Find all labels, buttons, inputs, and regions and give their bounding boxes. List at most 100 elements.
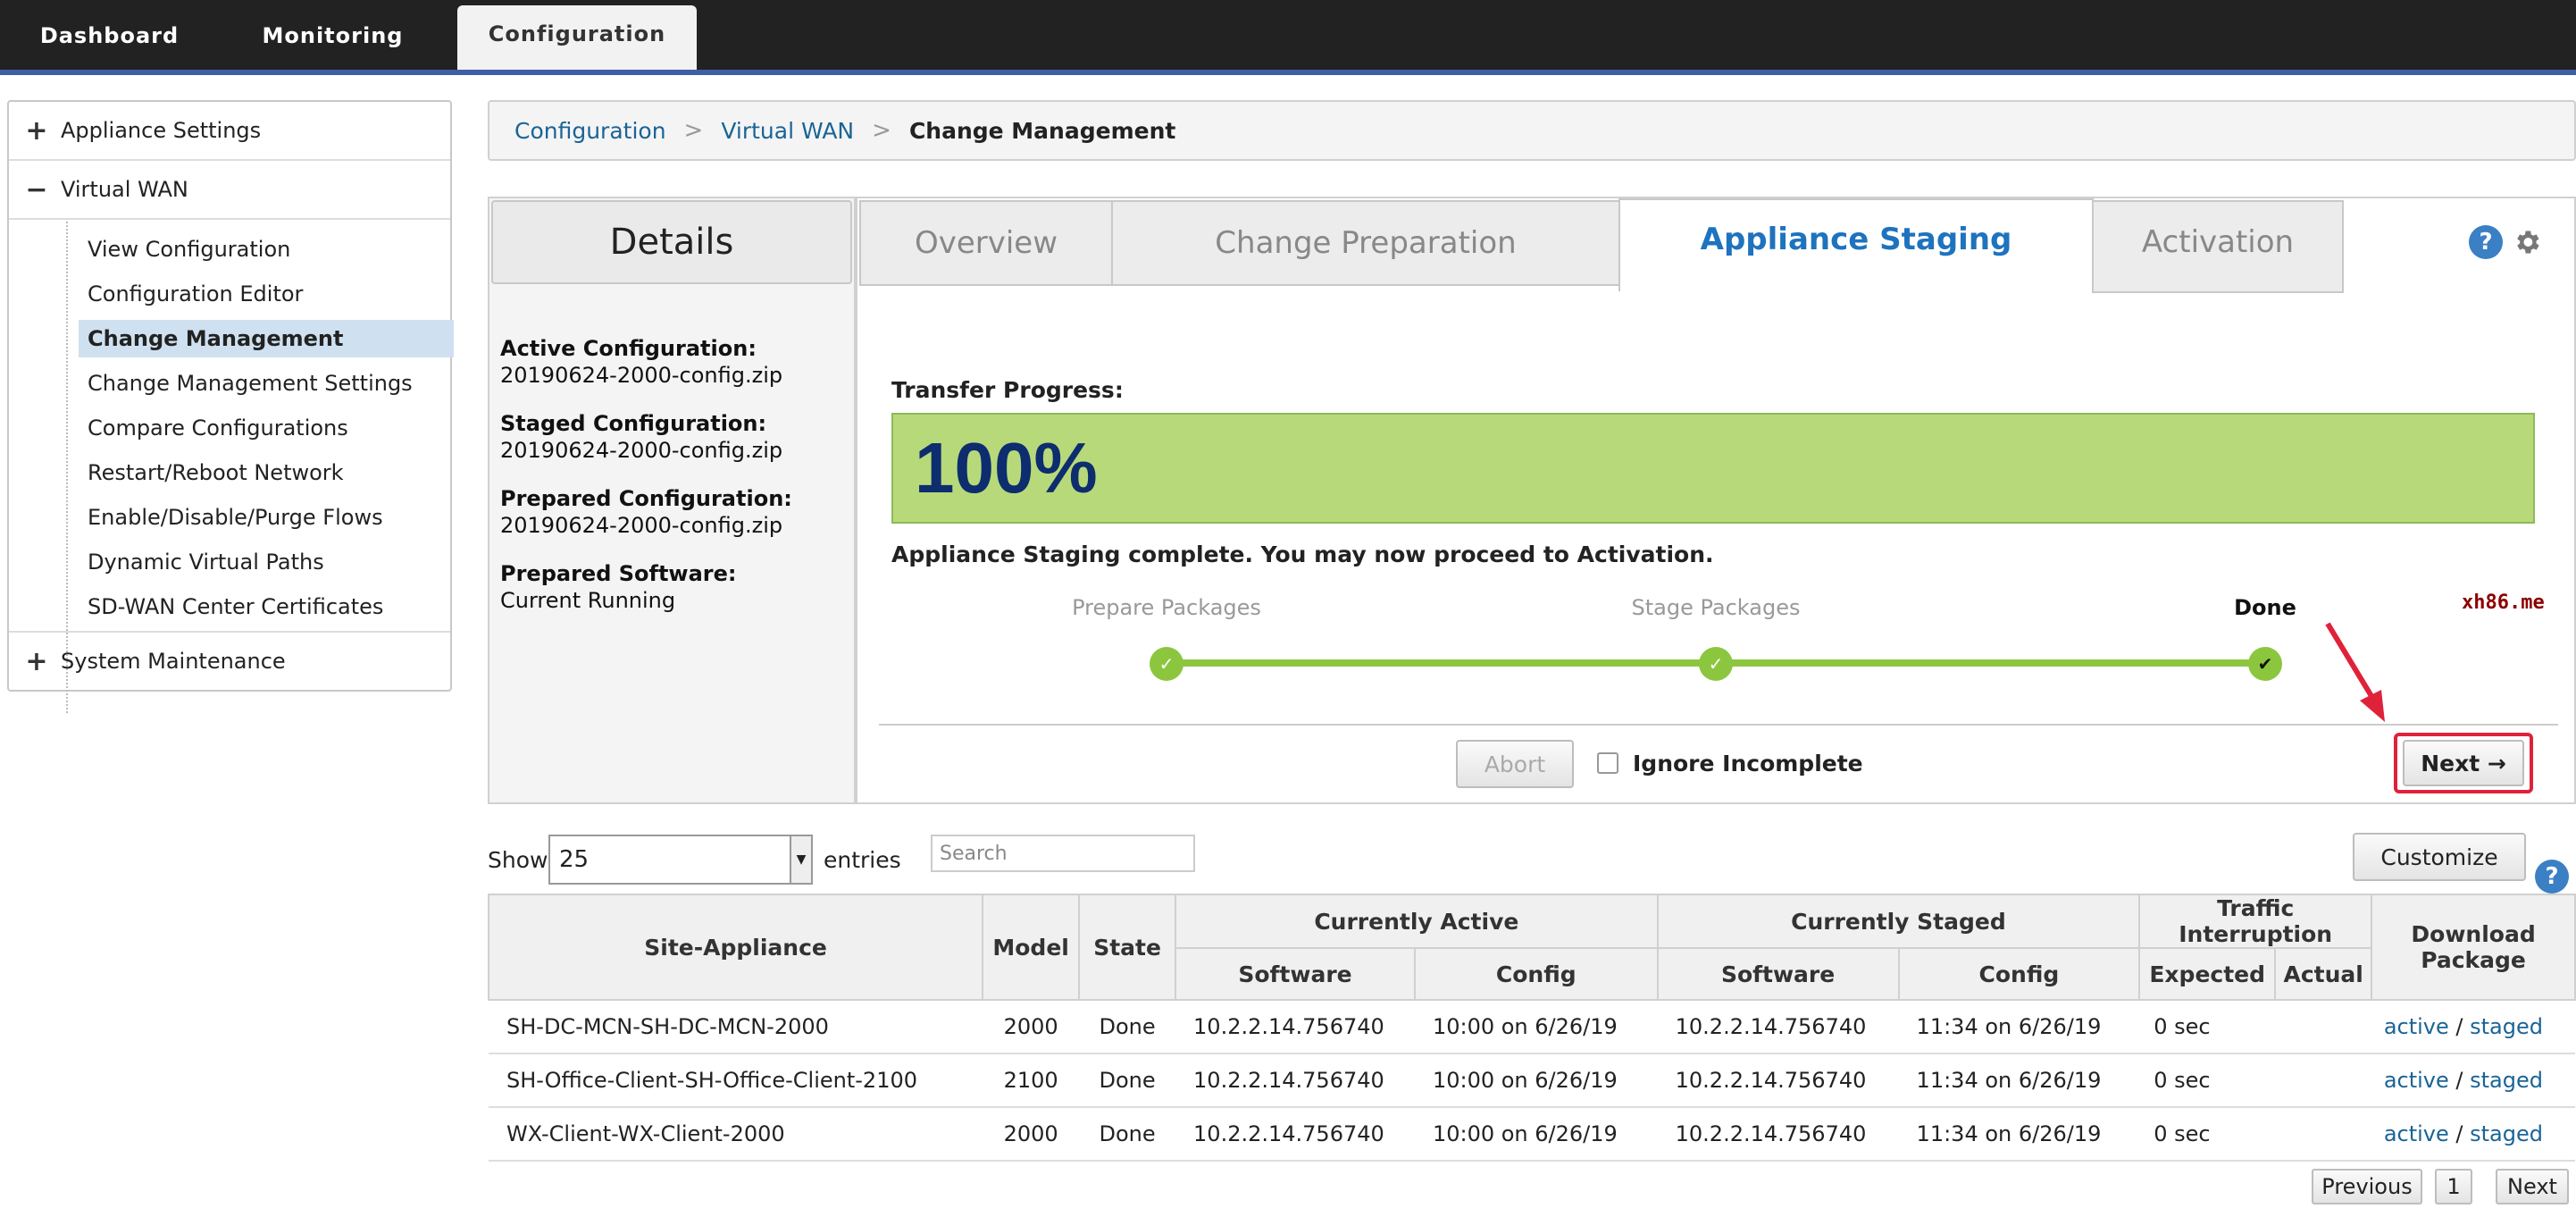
cell-staged-software: 10.2.2.14.756740 xyxy=(1657,1107,1899,1162)
breadcrumb-virtual-wan[interactable]: Virtual WAN xyxy=(721,118,854,144)
active-config-value: 20190624-2000-config.zip xyxy=(500,363,783,388)
expand-icon[interactable]: + xyxy=(23,646,50,677)
cell-state: Done xyxy=(1079,1000,1176,1054)
wizard-panel: Overview Change Preparation Appliance St… xyxy=(856,197,2576,804)
top-nav: Dashboard Monitoring Configuration xyxy=(0,0,2576,75)
progress-percent: 100% xyxy=(915,428,1098,508)
entries-select[interactable]: 25 ▼ xyxy=(548,835,813,885)
next-page-button[interactable]: Next xyxy=(2496,1169,2569,1204)
chevron-down-icon[interactable]: ▼ xyxy=(790,836,811,883)
download-active-link[interactable]: active xyxy=(2384,1014,2449,1039)
sidebar-item-restart-reboot-network[interactable]: Restart/Reboot Network xyxy=(79,454,454,491)
cell-staged-config: 11:34 on 6/26/19 xyxy=(1898,1053,2140,1108)
sidebar-item-compare-configurations[interactable]: Compare Configurations xyxy=(79,409,454,447)
download-staged-link[interactable]: staged xyxy=(2470,1014,2543,1039)
col-active-config[interactable]: Config xyxy=(1413,947,1659,1001)
tab-configuration[interactable]: Configuration xyxy=(457,5,697,75)
cell-download: active / staged xyxy=(2371,1053,2575,1108)
col-actual[interactable]: Actual xyxy=(2274,947,2373,1001)
cell-active-software: 10.2.2.14.756740 xyxy=(1175,1053,1415,1108)
details-title: Details xyxy=(491,200,852,284)
cell-download: active / staged xyxy=(2371,1107,2575,1162)
col-expected[interactable]: Expected xyxy=(2138,947,2277,1001)
cell-active-software: 10.2.2.14.756740 xyxy=(1175,1107,1415,1162)
check-icon: ✔ xyxy=(2248,647,2282,681)
tab-monitoring[interactable]: Monitoring xyxy=(241,0,424,71)
sidebar-item-enable-disable-purge-flows[interactable]: Enable/Disable/Purge Flows xyxy=(79,499,454,536)
sidebar-item-change-management-settings[interactable]: Change Management Settings xyxy=(79,365,454,402)
download-active-link[interactable]: active xyxy=(2384,1121,2449,1146)
tab-overview[interactable]: Overview xyxy=(859,200,1113,286)
sidebar-group-system-maintenance[interactable]: + System Maintenance xyxy=(9,631,450,690)
col-staged-config[interactable]: Config xyxy=(1897,947,2141,1001)
cell-site: WX-Client-WX-Client-2000 xyxy=(489,1107,983,1162)
step-label-prepare-packages: Prepare Packages xyxy=(1072,595,1261,620)
sidebar-group-label: System Maintenance xyxy=(61,649,286,674)
staged-config-value: 20190624-2000-config.zip xyxy=(500,438,783,463)
table-row: WX-Client-WX-Client-2000 2000 Done 10.2.… xyxy=(489,1107,2575,1162)
breadcrumb: Configuration > Virtual WAN > Change Man… xyxy=(488,100,2576,161)
breadcrumb-configuration[interactable]: Configuration xyxy=(514,118,666,144)
abort-button[interactable]: Abort xyxy=(1456,740,1574,788)
download-active-link[interactable]: active xyxy=(2384,1068,2449,1093)
download-separator: / xyxy=(2455,1068,2463,1093)
help-icon[interactable]: ? xyxy=(2535,860,2569,894)
sidebar-item-configuration-editor[interactable]: Configuration Editor xyxy=(79,275,454,313)
tab-appliance-staging[interactable]: Appliance Staging xyxy=(1618,198,2094,291)
search-input[interactable]: Search xyxy=(931,835,1195,872)
chevron-right-icon: > xyxy=(872,117,891,144)
expand-icon[interactable]: + xyxy=(23,115,50,147)
col-site-appliance[interactable]: Site-Appliance xyxy=(487,894,984,1001)
col-group-currently-staged: Currently Staged xyxy=(1656,894,2141,949)
cell-active-config: 10:00 on 6/26/19 xyxy=(1414,1107,1658,1162)
page-1-button[interactable]: 1 xyxy=(2435,1169,2472,1204)
prepared-software-value: Current Running xyxy=(500,588,676,613)
breadcrumb-current: Change Management xyxy=(908,117,1176,144)
sidebar-group-virtual-wan[interactable]: − Virtual WAN xyxy=(9,161,450,220)
cell-site: SH-Office-Client-SH-Office-Client-2100 xyxy=(489,1053,983,1108)
ignore-incomplete-checkbox[interactable] xyxy=(1597,752,1618,774)
cell-staged-config: 11:34 on 6/26/19 xyxy=(1898,1107,2140,1162)
cell-staged-software: 10.2.2.14.756740 xyxy=(1657,1000,1899,1054)
col-model[interactable]: Model xyxy=(982,894,1081,1001)
cell-active-config: 10:00 on 6/26/19 xyxy=(1414,1000,1658,1054)
tab-dashboard[interactable]: Dashboard xyxy=(18,0,201,71)
divider xyxy=(879,724,2558,726)
cell-active-config: 10:00 on 6/26/19 xyxy=(1414,1053,1658,1108)
sidebar-item-change-management[interactable]: Change Management xyxy=(79,320,454,357)
col-staged-software[interactable]: Software xyxy=(1656,947,1900,1001)
collapse-icon[interactable]: − xyxy=(23,174,50,206)
cell-state: Done xyxy=(1079,1107,1176,1162)
next-button[interactable]: Next → xyxy=(2403,740,2524,786)
staging-status-message: Appliance Staging complete. You may now … xyxy=(891,541,1714,567)
tab-activation[interactable]: Activation xyxy=(2092,200,2344,293)
transfer-progress-bar: 100% xyxy=(891,413,2535,524)
tab-change-preparation[interactable]: Change Preparation xyxy=(1111,200,1620,286)
col-group-traffic-interruption: Traffic Interruption xyxy=(2138,894,2373,949)
gear-icon[interactable] xyxy=(2512,227,2542,257)
cell-staged-config: 11:34 on 6/26/19 xyxy=(1898,1000,2140,1054)
cell-expected: 0 sec xyxy=(2139,1000,2276,1054)
help-icon[interactable]: ? xyxy=(2469,225,2503,259)
customize-button[interactable]: Customize xyxy=(2353,833,2526,881)
download-staged-link[interactable]: staged xyxy=(2470,1068,2543,1093)
col-active-software[interactable]: Software xyxy=(1175,947,1416,1001)
cell-download: active / staged xyxy=(2371,1000,2575,1054)
sidebar-item-view-configuration[interactable]: View Configuration xyxy=(79,231,454,268)
previous-page-button[interactable]: Previous xyxy=(2312,1169,2422,1204)
download-staged-link[interactable]: staged xyxy=(2470,1121,2543,1146)
staging-table: Site-Appliance Model State Currently Act… xyxy=(487,894,2576,1162)
sidebar-item-sd-wan-center-certificates[interactable]: SD-WAN Center Certificates xyxy=(79,588,454,625)
sidebar-item-dynamic-virtual-paths[interactable]: Dynamic Virtual Paths xyxy=(79,543,454,581)
download-separator: / xyxy=(2455,1014,2463,1039)
cell-model: 2100 xyxy=(983,1053,1080,1108)
col-state[interactable]: State xyxy=(1078,894,1177,1001)
cell-model: 2000 xyxy=(983,1000,1080,1054)
sidebar-group-appliance-settings[interactable]: + Appliance Settings xyxy=(9,102,450,161)
step-label-done: Done xyxy=(2234,595,2296,620)
entries-value: 25 xyxy=(559,846,590,873)
cell-site: SH-DC-MCN-SH-DC-MCN-2000 xyxy=(489,1000,983,1054)
cell-expected: 0 sec xyxy=(2139,1053,2276,1108)
cell-model: 2000 xyxy=(983,1107,1080,1162)
table-row: SH-Office-Client-SH-Office-Client-2100 2… xyxy=(489,1053,2575,1108)
